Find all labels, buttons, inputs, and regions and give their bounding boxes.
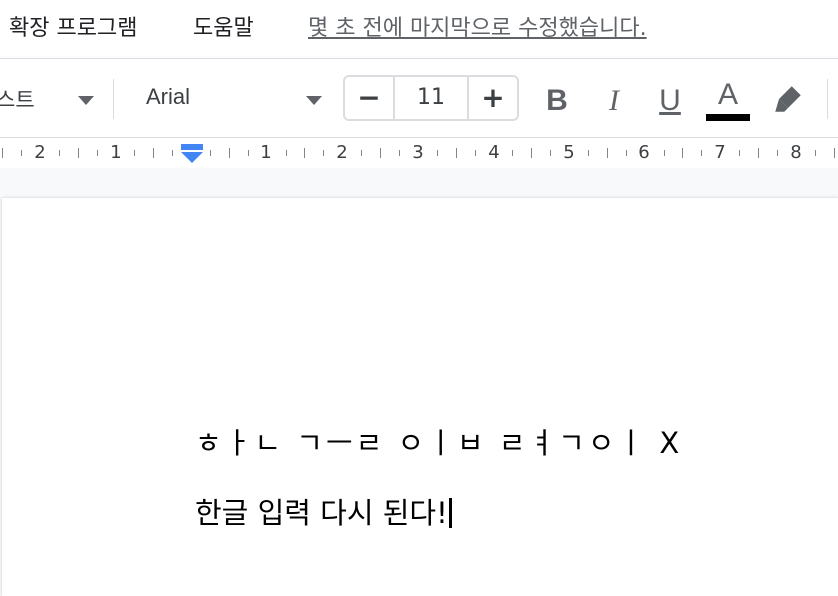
ruler-tick — [739, 150, 741, 156]
ruler-tick — [209, 150, 211, 156]
menu-extensions[interactable]: 확장 프로그램 — [9, 10, 137, 42]
ruler-label: 1 — [260, 142, 272, 163]
font-size-input[interactable]: 11 — [393, 77, 469, 119]
ruler-tick — [380, 148, 381, 158]
toolbar: 스트 Arial − 11 + B I U A — [0, 58, 838, 137]
italic-button[interactable]: I — [594, 81, 634, 121]
document-line-2-text: 한글 입력 다시 된다! — [195, 496, 448, 530]
ruler-tick — [606, 148, 608, 158]
paragraph-style-label: 스트 — [0, 88, 35, 112]
ruler-label: 7 — [714, 142, 726, 163]
ruler-tick — [512, 150, 514, 156]
chevron-down-icon — [306, 96, 322, 105]
menu-help[interactable]: 도움말 — [193, 10, 254, 42]
ruler-label: 3 — [412, 142, 424, 163]
ruler-tick — [587, 150, 589, 156]
ruler-tick — [531, 148, 533, 158]
underline-button[interactable]: U — [650, 81, 690, 121]
ruler-tick — [701, 150, 703, 156]
font-name-label: Arial — [146, 84, 191, 109]
document-line-1[interactable]: ㅎㅏㄴ ㄱㅡㄹ ㅇㅣㅂ ㄹㅕㄱㅇㅣ X — [195, 420, 682, 462]
text-cursor — [448, 498, 452, 528]
text-color-button[interactable]: A — [708, 75, 748, 115]
ruler[interactable]: 2 1 1 2 3 4 5 6 7 8 — [0, 137, 838, 169]
ruler-tick — [304, 148, 306, 158]
highlighter-icon[interactable] — [770, 81, 806, 117]
last-edit-link[interactable]: 몇 초 전에 마지막으로 수정했습니다. — [308, 10, 647, 42]
ruler-tick — [172, 150, 174, 156]
ruler-tick — [776, 150, 778, 156]
toolbar-divider — [827, 79, 828, 119]
ruler-tick — [58, 150, 60, 156]
document-line-2[interactable]: 한글 입력 다시 된다! — [195, 490, 452, 532]
ruler-label: 4 — [488, 142, 500, 163]
ruler-tick — [134, 150, 136, 156]
ruler-tick — [2, 148, 3, 158]
ruler-tick — [758, 148, 759, 158]
ruler-label: 8 — [790, 142, 802, 163]
toolbar-divider — [113, 79, 114, 119]
ruler-label: 1 — [110, 142, 122, 163]
ruler-label: 5 — [563, 142, 575, 163]
ruler-tick — [814, 150, 816, 156]
paragraph-style-select[interactable]: 스트 — [0, 78, 98, 118]
ruler-tick — [455, 148, 457, 158]
decrease-font-size-button[interactable]: − — [345, 77, 393, 119]
ruler-tick — [833, 148, 835, 158]
ruler-tick — [436, 150, 438, 156]
font-size-control: − 11 + — [343, 75, 519, 121]
ruler-tick — [398, 150, 400, 156]
ruler-label: 6 — [638, 142, 650, 163]
ruler-tick — [77, 148, 79, 158]
font-select[interactable]: Arial — [130, 78, 328, 118]
text-color-swatch — [706, 114, 750, 121]
ruler-tick — [20, 150, 22, 156]
ruler-tick — [247, 150, 249, 156]
ruler-label: 2 — [336, 142, 348, 163]
ruler-tick — [285, 150, 287, 156]
ruler-tick — [550, 150, 552, 156]
ruler-tick — [153, 148, 155, 158]
menu-bar: 확장 프로그램 도움말 몇 초 전에 마지막으로 수정했습니다. — [0, 0, 838, 56]
ruler-tick — [323, 150, 325, 156]
ruler-tick — [361, 150, 363, 156]
bold-button[interactable]: B — [537, 81, 577, 121]
docs-window: 확장 프로그램 도움말 몇 초 전에 마지막으로 수정했습니다. 스트 Aria… — [0, 0, 838, 596]
ruler-tick — [474, 150, 476, 156]
chevron-down-icon — [78, 96, 94, 105]
ruler-label: 2 — [34, 142, 46, 163]
ruler-tick — [682, 148, 684, 158]
ruler-tick — [96, 150, 98, 156]
ruler-tick — [625, 150, 627, 156]
ruler-tick — [663, 150, 665, 156]
ruler-tick — [228, 148, 230, 158]
document-page[interactable]: ㅎㅏㄴ ㄱㅡㄹ ㅇㅣㅂ ㄹㅕㄱㅇㅣ X 한글 입력 다시 된다! — [2, 198, 838, 596]
increase-font-size-button[interactable]: + — [469, 77, 517, 119]
indent-marker-icon[interactable] — [179, 142, 205, 166]
